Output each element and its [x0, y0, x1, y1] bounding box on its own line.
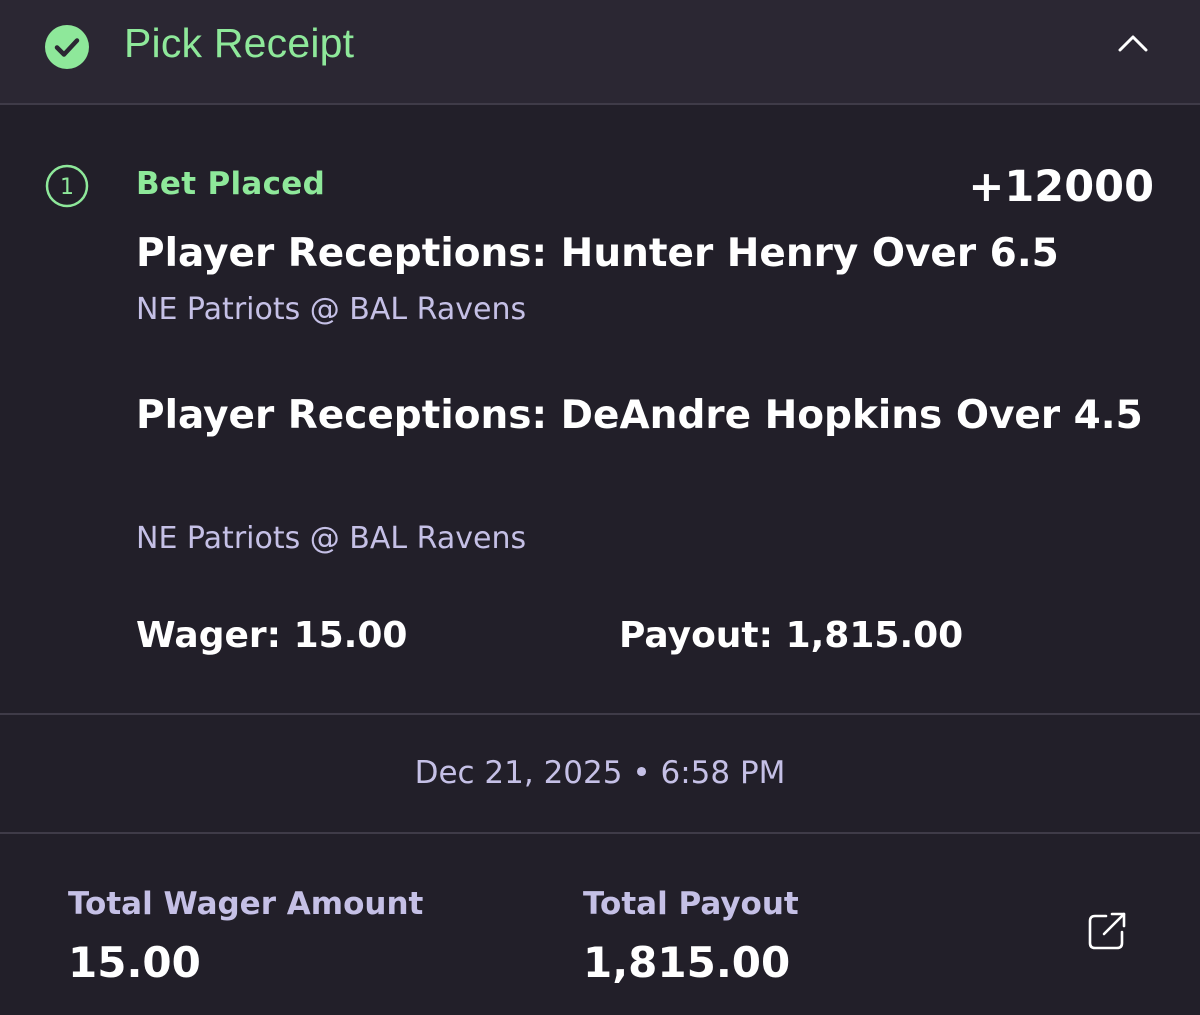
- leg-title: Player Receptions: Hunter Henry Over 6.5: [136, 231, 1059, 276]
- total-payout-label: Total Payout: [583, 886, 799, 922]
- chevron-up-icon[interactable]: [1116, 30, 1150, 56]
- divider: [0, 832, 1200, 834]
- bet-timestamp: Dec 21, 2025 • 6:58 PM: [414, 755, 786, 791]
- payout-amount: Payout: 1,815.00: [619, 615, 964, 656]
- check-circle-icon: [45, 25, 89, 69]
- pick-receipt: Pick Receipt 1 Bet Placed +12000 Player …: [0, 0, 1200, 1015]
- total-wager-value: 15.00: [68, 938, 201, 987]
- leg-matchup: NE Patriots @ BAL Ravens: [136, 521, 527, 556]
- receipt-header[interactable]: Pick Receipt: [0, 0, 1200, 105]
- page-title: Pick Receipt: [124, 20, 355, 66]
- share-external-icon[interactable]: [1086, 910, 1128, 952]
- leg-matchup: NE Patriots @ BAL Ravens: [136, 292, 527, 327]
- svg-text:1: 1: [60, 175, 74, 200]
- wager-amount: Wager: 15.00: [136, 615, 408, 656]
- divider: [0, 713, 1200, 715]
- bet-odds: +12000: [968, 162, 1154, 212]
- total-payout-value: 1,815.00: [583, 938, 791, 987]
- step-number-icon: 1: [45, 164, 89, 208]
- bet-status: Bet Placed: [136, 166, 326, 202]
- total-wager-label: Total Wager Amount: [68, 886, 424, 922]
- leg-title: Player Receptions: DeAndre Hopkins Over …: [136, 393, 1143, 438]
